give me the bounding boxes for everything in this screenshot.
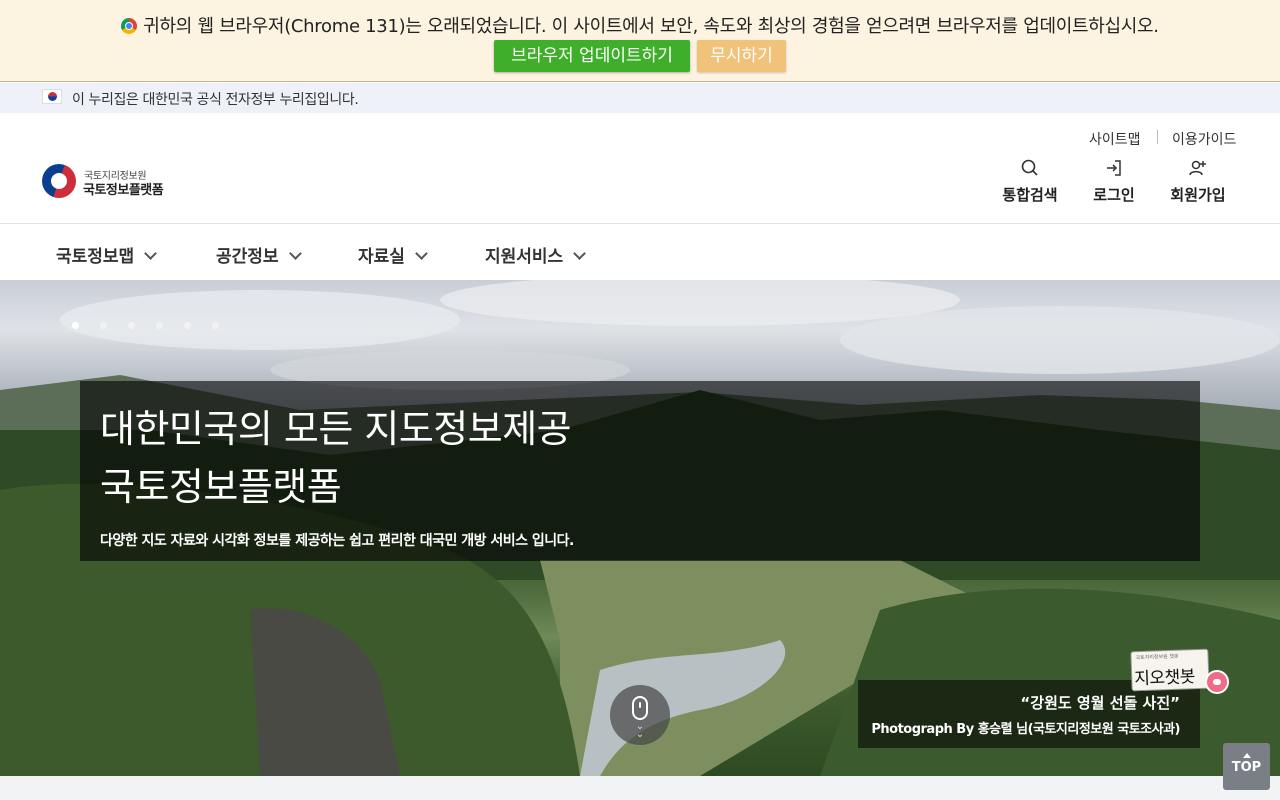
search-icon: [1021, 159, 1038, 176]
slide-dot-4[interactable]: [156, 322, 163, 329]
hero-title-line1: 대한민국의 모든 지도정보제공: [100, 407, 572, 451]
scroll-top-button[interactable]: TOP: [1223, 743, 1270, 790]
hero-description: 다양한 지도 자료와 시각화 정보를 제공하는 쉽고 편리한 대국민 개방 서비…: [100, 533, 574, 549]
logo-title[interactable]: 국토정보플랫폼: [83, 179, 164, 198]
photo-caption-title: “강원도 영월 선돌 사진”: [1020, 694, 1180, 712]
top-label: TOP: [1231, 760, 1262, 775]
gov-notice-text[interactable]: 이 누리집은 대한민국 공식 전자정부 누리집입니다.: [72, 89, 359, 109]
signup-label: 회원가입: [1170, 186, 1226, 204]
nav-item-spatial[interactable]: 공간정보: [216, 242, 302, 267]
gov-emblem-icon[interactable]: [42, 164, 76, 198]
guide-link[interactable]: 이용가이드: [1172, 129, 1236, 149]
slide-dot-3[interactable]: [128, 322, 135, 329]
chevron-down-icon: [144, 247, 158, 260]
chevron-down-icon: [573, 247, 587, 260]
nav-item-archive[interactable]: 자료실: [358, 242, 428, 267]
search-label: 통합검색: [1002, 186, 1058, 204]
slide-dot-5[interactable]: [184, 322, 191, 329]
utility-divider: [1157, 130, 1158, 144]
chevron-down-icon: [288, 247, 302, 260]
nav-item-map[interactable]: 국토정보맵: [56, 242, 158, 267]
slide-dot-2[interactable]: [100, 322, 107, 329]
signup-button[interactable]: 회원가입: [1158, 158, 1238, 205]
chevron-down-icon: ⌄ ⌄: [635, 721, 645, 740]
sitemap-link[interactable]: 사이트맵: [1089, 129, 1141, 149]
content-area-top: [0, 776, 1280, 800]
user-plus-icon: [1189, 160, 1206, 176]
login-label: 로그인: [1093, 186, 1135, 204]
chevron-down-icon: [415, 247, 428, 260]
mouse-icon: [632, 696, 648, 720]
slide-dot-6[interactable]: [212, 322, 219, 329]
scroll-down-button[interactable]: ⌄ ⌄: [610, 685, 670, 745]
korea-flag-icon: [42, 89, 62, 104]
chatbot-small-text: 국토지리정보원 챗봇: [1135, 653, 1179, 662]
chrome-icon: [121, 18, 138, 34]
slide-dot-1[interactable]: [72, 322, 79, 329]
ignore-button[interactable]: 무시하기: [697, 40, 786, 72]
browser-update-message: 귀하의 웹 브라우저(Chrome 131)는 오래되었습니다. 이 사이트에서…: [0, 12, 1280, 38]
photo-caption-credit: Photograph By 홍승렬 님(국토지리정보원 국토조사과): [871, 722, 1180, 737]
integrated-search-button[interactable]: 통합검색: [990, 158, 1070, 205]
browser-update-banner: 귀하의 웹 브라우저(Chrome 131)는 오래되었습니다. 이 사이트에서…: [0, 0, 1280, 82]
hero-title-line2: 국토정보플랫폼: [100, 465, 342, 509]
update-browser-button[interactable]: 브라우저 업데이트하기: [494, 40, 690, 72]
nav-item-support[interactable]: 지원서비스: [485, 242, 587, 267]
main-nav: [0, 225, 1280, 280]
login-icon: [1107, 160, 1121, 176]
arrow-up-icon: [1242, 753, 1251, 758]
login-button[interactable]: 로그인: [1074, 158, 1154, 205]
chatbot-label: 지오챗봇: [1133, 667, 1196, 690]
chat-bubble-icon[interactable]: [1205, 670, 1229, 694]
chatbot-button[interactable]: 국토지리정보원 챗봇 지오챗봇: [1130, 648, 1210, 692]
